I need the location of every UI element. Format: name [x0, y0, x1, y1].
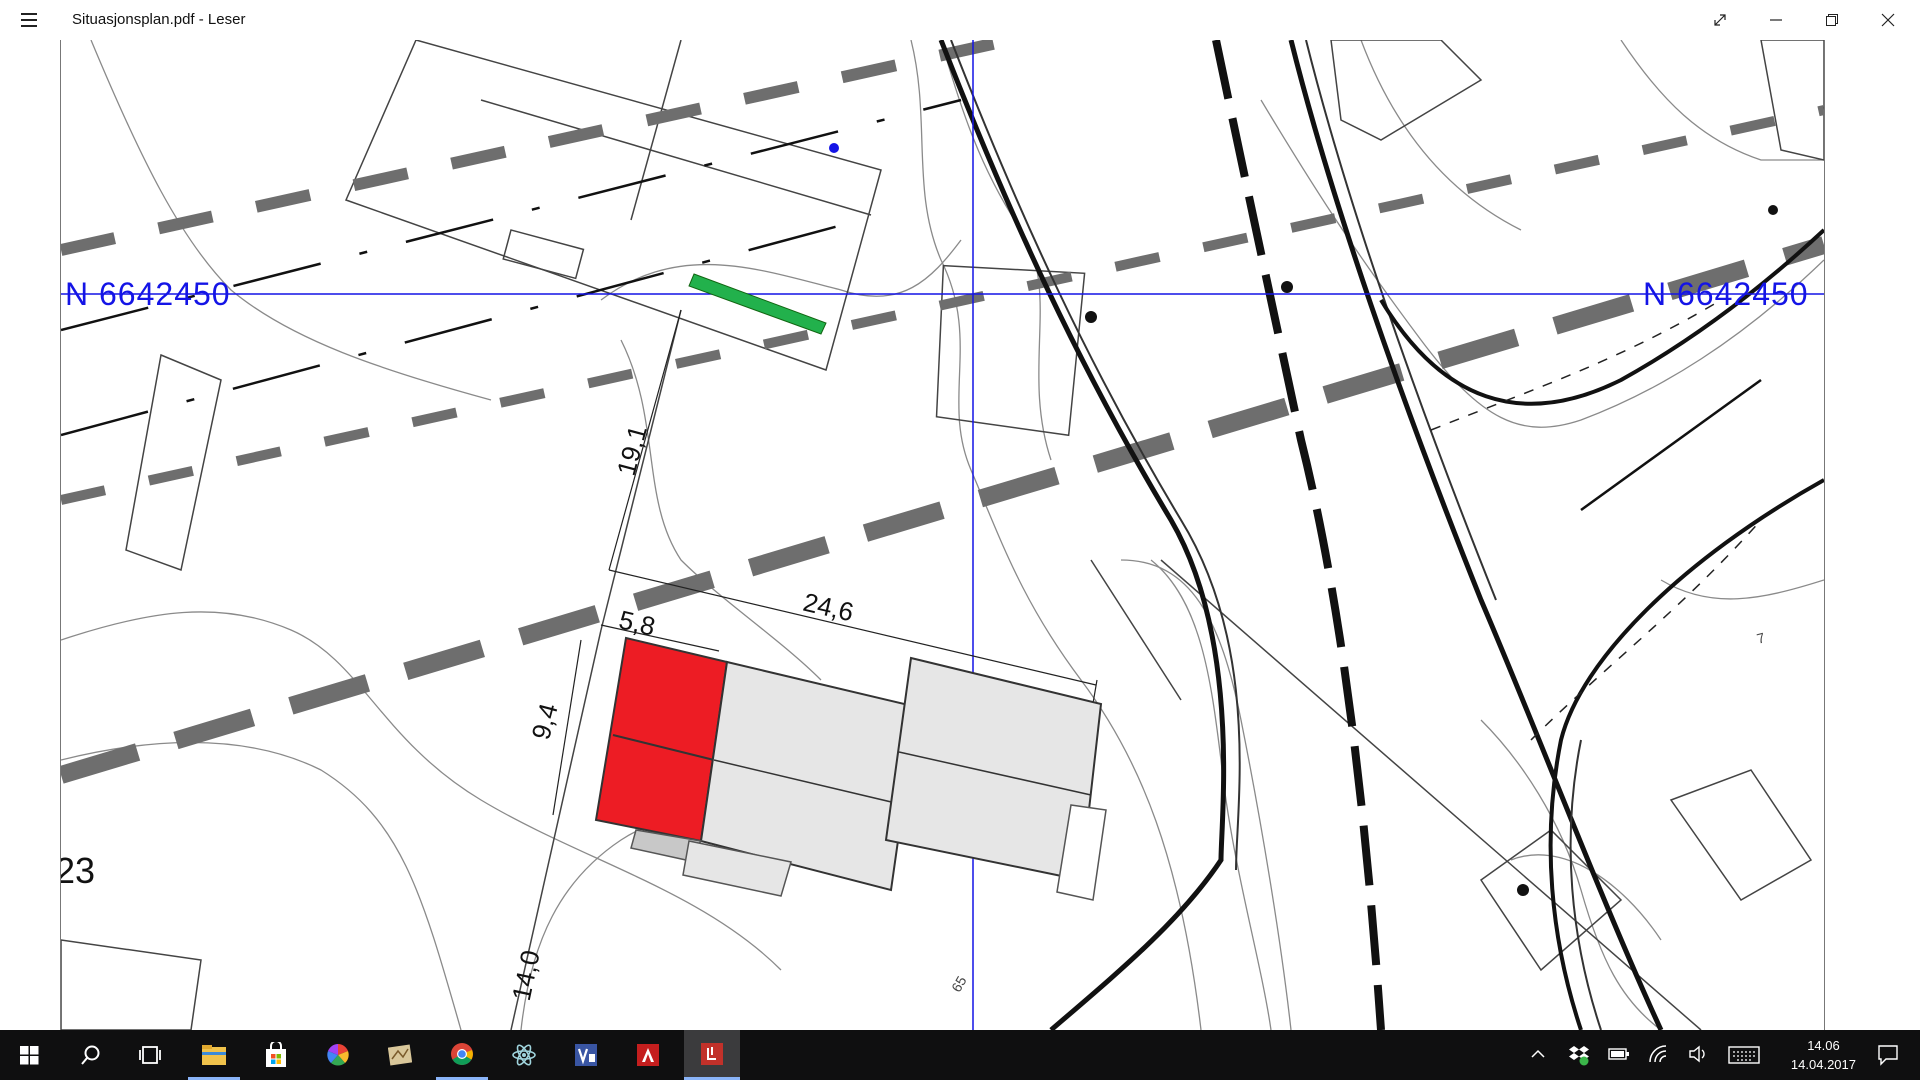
- show-hidden-icons-button[interactable]: [1520, 1030, 1556, 1080]
- expand-icon: [1714, 14, 1726, 26]
- store-button[interactable]: [250, 1030, 302, 1080]
- green-marker: [688, 273, 827, 335]
- blue-point: [829, 143, 839, 153]
- clock[interactable]: 14.06 14.04.2017: [1791, 1036, 1856, 1074]
- chrome-icon: [451, 1043, 473, 1065]
- clock-date: 14.04.2017: [1790, 1057, 1856, 1072]
- search-button[interactable]: [64, 1030, 116, 1080]
- dash-dot-lines: [61, 98, 1762, 512]
- pdf-reader-button[interactable]: [684, 1030, 740, 1080]
- visio-icon: [575, 1044, 597, 1066]
- site-plan-map: [61, 40, 1824, 1030]
- taskbar: 14.06 14.04.2017: [0, 1030, 1920, 1080]
- chrome-button[interactable]: [436, 1030, 488, 1080]
- restore-icon: [1826, 14, 1838, 26]
- touch-keyboard-button[interactable]: [1722, 1030, 1766, 1080]
- atom-button[interactable]: [498, 1030, 550, 1080]
- chevron-up-icon: [1531, 1049, 1545, 1058]
- fence-marks: [1430, 299, 1762, 741]
- wifi-icon: [1649, 1045, 1667, 1063]
- close-icon: [1881, 13, 1895, 27]
- start-icon: [20, 1046, 39, 1065]
- existing-outlines: [61, 40, 1824, 1030]
- coordinate-label-left: N 6642450: [65, 276, 231, 312]
- maps-icon: [388, 1044, 412, 1066]
- dropbox-icon: [1569, 1046, 1589, 1066]
- battery-icon: [1608, 1048, 1629, 1060]
- autocad-button[interactable]: [622, 1030, 674, 1080]
- fullscreen-button[interactable]: [1692, 0, 1748, 40]
- network-tray-button[interactable]: [1640, 1030, 1676, 1080]
- dropbox-tray-button[interactable]: [1560, 1030, 1596, 1080]
- pdf-page-viewport[interactable]: N 6642450 N 6642450 19,1 24,6 5,8 9,4 14…: [60, 40, 1825, 1030]
- keyboard-icon: [1728, 1046, 1760, 1064]
- minimize-icon: [1770, 19, 1782, 21]
- pdf-reader-icon: [701, 1043, 723, 1065]
- autocad-icon: [637, 1044, 659, 1066]
- task-view-icon: [139, 1046, 161, 1064]
- picasa-icon: [327, 1044, 349, 1066]
- start-button[interactable]: [4, 1030, 56, 1080]
- plot-number-label: 23: [61, 850, 96, 891]
- search-icon: [81, 1045, 100, 1065]
- task-view-button[interactable]: [124, 1030, 176, 1080]
- close-button[interactable]: [1860, 0, 1916, 40]
- window-title: Situasjonsplan.pdf - Leser: [72, 11, 246, 28]
- volume-icon: [1689, 1045, 1705, 1063]
- hamburger-menu-icon[interactable]: [14, 8, 44, 32]
- maps-button[interactable]: [374, 1030, 426, 1080]
- minimize-button[interactable]: [1748, 0, 1804, 40]
- title-bar: Situasjonsplan.pdf - Leser: [0, 0, 1920, 40]
- proposed-building[interactable]: [594, 636, 1107, 901]
- action-center-button[interactable]: [1860, 1030, 1916, 1080]
- file-explorer-button[interactable]: [188, 1030, 240, 1080]
- store-icon: [266, 1042, 286, 1067]
- picasa-button[interactable]: [312, 1030, 364, 1080]
- contour-lines: [61, 40, 1824, 1030]
- battery-tray-button[interactable]: [1600, 1030, 1636, 1080]
- notification-icon: [1878, 1045, 1898, 1066]
- atom-icon: [512, 1044, 536, 1066]
- coordinate-label-right: N 6642450: [1643, 276, 1809, 312]
- visio-button[interactable]: [560, 1030, 612, 1080]
- volume-tray-button[interactable]: [1680, 1030, 1716, 1080]
- clock-time: 14.06: [1807, 1038, 1840, 1053]
- file-explorer-icon: [202, 1045, 226, 1065]
- restore-button[interactable]: [1804, 0, 1860, 40]
